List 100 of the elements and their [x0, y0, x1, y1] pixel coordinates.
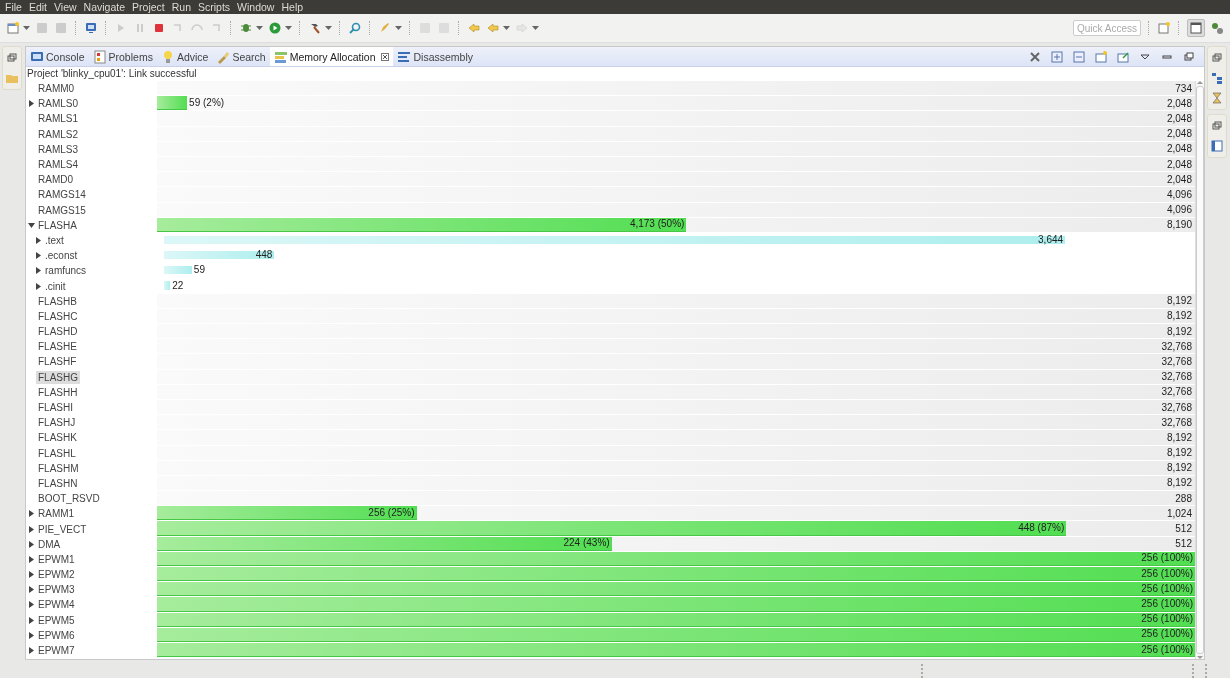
memory-region-name[interactable]: RAMLS2: [36, 127, 80, 141]
stop-icon[interactable]: [152, 21, 166, 35]
dropdown-icon[interactable]: [23, 26, 30, 30]
memory-region-name[interactable]: .cinit: [43, 279, 68, 293]
collapsed-arrow-icon[interactable]: [27, 571, 35, 579]
memory-region-name[interactable]: FLASHI: [36, 401, 75, 415]
menu-item[interactable]: View: [53, 1, 82, 13]
scroll-up-icon[interactable]: [1197, 81, 1203, 84]
expanded-arrow-icon[interactable]: [27, 221, 35, 229]
menu-item[interactable]: Help: [280, 1, 309, 13]
view-tab[interactable]: Search: [212, 47, 270, 66]
collapsed-arrow-icon[interactable]: [27, 540, 35, 548]
memory-region-name[interactable]: FLASHM: [36, 461, 81, 475]
memory-region-name[interactable]: DMA: [36, 537, 63, 551]
memory-region-name[interactable]: RAMD0: [36, 173, 75, 187]
collapsed-arrow-icon[interactable]: [27, 100, 35, 108]
collapsed-arrow-icon[interactable]: [27, 601, 35, 609]
view-tab[interactable]: Advice: [156, 47, 213, 66]
dropdown-icon[interactable]: [503, 26, 510, 30]
debug-perspective-icon[interactable]: [1210, 21, 1224, 35]
memory-region-name[interactable]: BOOT_RSVD: [36, 492, 102, 506]
collapsed-arrow-icon[interactable]: [34, 252, 42, 260]
memory-region-name[interactable]: EPWM7: [36, 644, 77, 658]
search-icon[interactable]: [348, 21, 362, 35]
close-icon[interactable]: [381, 52, 390, 61]
memory-region-name[interactable]: .econst: [43, 249, 80, 263]
memory-region-name[interactable]: RAMLS1: [36, 112, 80, 126]
memory-region-name[interactable]: FLASHB: [36, 294, 79, 308]
maximize-icon[interactable]: [1182, 49, 1196, 64]
text-lines-icon: [397, 49, 412, 64]
dropdown-icon[interactable]: [256, 26, 263, 30]
expand-all-icon[interactable]: [1050, 49, 1064, 64]
collapsed-arrow-icon[interactable]: [27, 647, 35, 655]
run-icon[interactable]: [268, 21, 282, 35]
view-tab[interactable]: Memory Allocation: [269, 47, 394, 66]
menu-item[interactable]: Window: [236, 1, 280, 13]
memory-region-name[interactable]: FLASHE: [36, 340, 79, 354]
memory-region-name[interactable]: FLASHA: [36, 218, 79, 232]
view-tab[interactable]: Problems: [88, 47, 157, 66]
view-tab[interactable]: Disassembly: [393, 47, 477, 66]
collapsed-arrow-icon[interactable]: [27, 616, 35, 624]
memory-region-name[interactable]: RAMLS3: [36, 142, 80, 156]
memory-region-name[interactable]: RAMGS14: [36, 188, 88, 202]
memory-region-name[interactable]: FLASHC: [36, 309, 80, 323]
memory-region-name[interactable]: RAMLS4: [36, 158, 80, 172]
dropdown-icon[interactable]: [532, 26, 539, 30]
collapsed-arrow-icon[interactable]: [27, 586, 35, 594]
quick-access-field[interactable]: Quick Access: [1073, 20, 1141, 36]
dropdown-icon[interactable]: [285, 26, 292, 30]
panel-icon[interactable]: [1210, 139, 1224, 153]
monitor-icon[interactable]: [84, 21, 98, 35]
collapsed-arrow-icon[interactable]: [34, 267, 42, 275]
bug-icon[interactable]: [239, 21, 253, 35]
export-icon[interactable]: [1116, 49, 1130, 64]
collapsed-arrow-icon[interactable]: [27, 555, 35, 563]
memory-region-name[interactable]: RAMM0: [36, 82, 77, 96]
collapsed-arrow-icon[interactable]: [27, 525, 35, 533]
view-tab[interactable]: Console: [26, 47, 89, 66]
memory-region-name[interactable]: ramfuncs: [43, 264, 89, 278]
total-size: 8,192: [1166, 447, 1193, 459]
collapsed-arrow-icon[interactable]: [27, 510, 35, 518]
memory-region-name[interactable]: FLASHH: [36, 385, 80, 399]
scrollbar[interactable]: [1195, 81, 1204, 659]
memory-region-name[interactable]: EPWM5: [36, 613, 77, 627]
total-size: 2,048: [1166, 158, 1193, 170]
menu-item[interactable]: Run: [170, 1, 196, 13]
new-file-icon[interactable]: [6, 21, 20, 35]
memory-region-name[interactable]: EPWM2: [36, 568, 77, 582]
close-icon[interactable]: [1028, 49, 1042, 64]
restore-icon[interactable]: [1210, 51, 1224, 65]
memory-region-name[interactable]: RAMM1: [36, 507, 77, 521]
memory-region-name[interactable]: EPWM1: [36, 552, 77, 566]
memory-region-name[interactable]: EPWM6: [36, 628, 77, 642]
menu-item[interactable]: File: [4, 1, 27, 13]
memory-region-name[interactable]: FLASHF: [36, 355, 79, 369]
memory-region-name[interactable]: FLASHJ: [36, 416, 78, 430]
memory-region-name[interactable]: FLASHL: [36, 446, 78, 460]
menu-item[interactable]: Navigate: [82, 1, 131, 13]
collapsed-arrow-icon[interactable]: [34, 282, 42, 290]
restore-icon[interactable]: [5, 51, 19, 65]
hourglass-icon[interactable]: [1210, 91, 1224, 105]
menu-item[interactable]: Scripts: [197, 1, 236, 13]
memory-region-name[interactable]: EPWM3: [36, 583, 77, 597]
menu-item[interactable]: Edit: [27, 1, 52, 13]
collapsed-arrow-icon[interactable]: [27, 631, 35, 639]
restore-icon[interactable]: [1210, 119, 1224, 133]
memory-region-name[interactable]: FLASHD: [36, 325, 80, 339]
dropdown-icon[interactable]: [395, 26, 402, 30]
outline-icon[interactable]: [1210, 71, 1224, 85]
memory-region-name[interactable]: .text: [43, 233, 66, 247]
memory-region-name[interactable]: FLASHN: [36, 476, 80, 490]
memory-region-name[interactable]: RAMLS0: [36, 97, 80, 111]
memory-region-name[interactable]: FLASHK: [36, 431, 79, 445]
memory-region-name[interactable]: PIE_VECT: [36, 522, 89, 536]
memory-region-name[interactable]: FLASHG: [36, 370, 80, 384]
menu-item[interactable]: Project: [131, 1, 170, 13]
dropdown-icon[interactable]: [325, 26, 332, 30]
collapsed-arrow-icon[interactable]: [34, 236, 42, 244]
memory-region-name[interactable]: EPWM4: [36, 598, 77, 612]
memory-region-name[interactable]: RAMGS15: [36, 203, 88, 217]
